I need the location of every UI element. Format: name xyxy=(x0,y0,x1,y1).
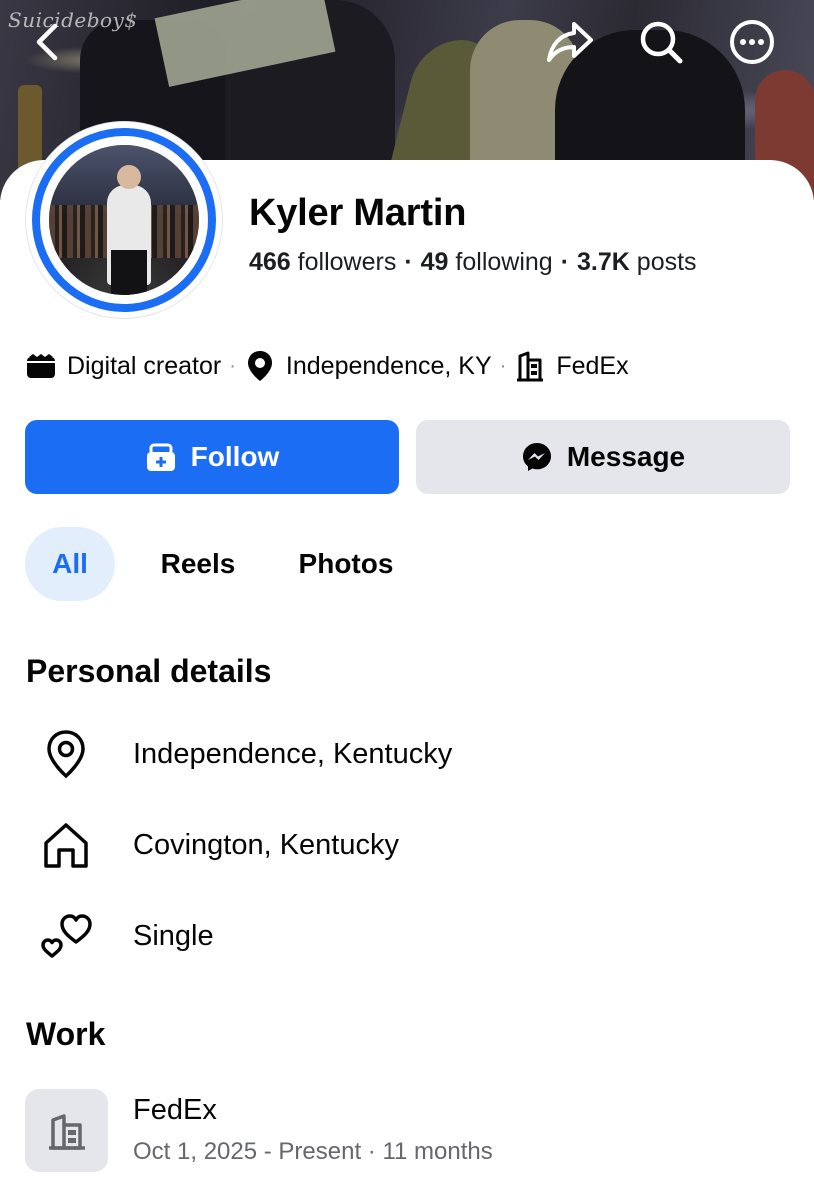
personal-details-heading: Personal details xyxy=(26,653,272,689)
tab-photos[interactable]: Photos xyxy=(271,527,421,601)
more-horizontal-icon xyxy=(730,20,774,64)
intro-summary: Digital creator · Independence, KY · Fed… xyxy=(25,350,629,382)
work-entry-icon[interactable] xyxy=(25,1089,108,1172)
story-ring xyxy=(32,128,216,312)
detail-hometown: Covington, Kentucky xyxy=(40,815,399,875)
profile-tabs: All Reels Photos xyxy=(25,527,421,601)
back-button[interactable] xyxy=(24,18,72,66)
home-icon xyxy=(40,819,92,871)
followers-stat[interactable]: 466 followers xyxy=(249,248,396,276)
building-icon xyxy=(48,1113,85,1150)
profile-name: Kyler Martin xyxy=(249,192,467,234)
search-icon xyxy=(640,21,683,64)
follow-add-icon xyxy=(145,442,177,472)
profile-avatar[interactable] xyxy=(26,122,222,318)
tab-all[interactable]: All xyxy=(25,527,115,601)
message-button[interactable]: Message xyxy=(416,420,790,494)
clapperboard-icon xyxy=(25,350,57,382)
more-options-button[interactable] xyxy=(728,18,776,66)
intro-workplace: FedEx xyxy=(514,350,629,382)
location-pin-icon xyxy=(244,350,276,382)
hearts-icon xyxy=(40,910,92,962)
detail-relationship: Single xyxy=(40,906,214,966)
detail-current-city: Independence, Kentucky xyxy=(40,724,452,784)
search-button[interactable] xyxy=(637,18,685,66)
share-button[interactable] xyxy=(546,18,594,66)
location-pin-icon xyxy=(40,728,92,780)
avatar-photo xyxy=(49,145,199,295)
chevron-left-icon xyxy=(36,23,58,61)
work-company-name[interactable]: FedEx xyxy=(133,1094,217,1127)
following-stat[interactable]: 49 following xyxy=(421,248,553,276)
work-heading: Work xyxy=(26,1016,106,1052)
posts-stat: 3.7K posts xyxy=(577,248,697,276)
messenger-icon xyxy=(521,441,553,473)
work-period: Oct 1, 2025 - Present · 11 months xyxy=(133,1138,493,1165)
share-arrow-icon xyxy=(547,22,593,62)
intro-location: Independence, KY xyxy=(244,350,492,382)
intro-category: Digital creator xyxy=(25,350,221,382)
follow-button[interactable]: Follow xyxy=(25,420,399,494)
tab-reels[interactable]: Reels xyxy=(115,527,281,601)
profile-stats: 466 followers · 49 following · 3.7K posts xyxy=(249,248,697,276)
building-icon xyxy=(514,350,546,382)
